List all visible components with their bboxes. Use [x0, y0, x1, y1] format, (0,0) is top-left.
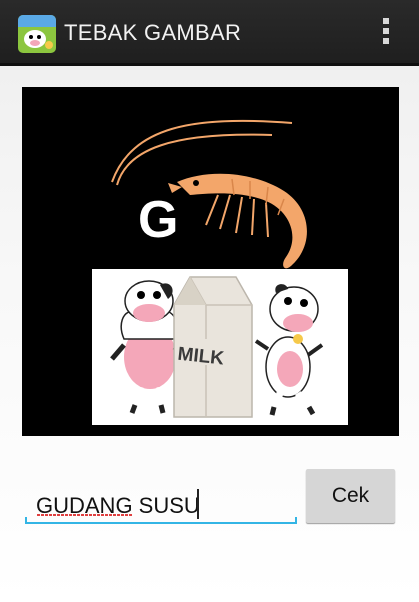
- milk-carton-image: MILK: [173, 276, 253, 418]
- spellcheck-underline: [37, 514, 132, 516]
- answer-input[interactable]: [26, 486, 298, 526]
- check-answer-button[interactable]: Cek: [306, 469, 395, 523]
- app-logo-icon[interactable]: [18, 15, 56, 53]
- main-content: G MILK GUDANG SUSU Cek: [0, 66, 419, 602]
- app-title: TEBAK GAMBAR: [64, 20, 242, 45]
- overflow-menu-icon[interactable]: [383, 18, 391, 50]
- answer-input-underline: [25, 517, 297, 524]
- action-bar: TEBAK GAMBAR: [0, 0, 419, 66]
- puzzle-image: G MILK: [22, 87, 399, 436]
- text-cursor: [197, 489, 199, 519]
- puzzle-letter: G: [138, 191, 178, 249]
